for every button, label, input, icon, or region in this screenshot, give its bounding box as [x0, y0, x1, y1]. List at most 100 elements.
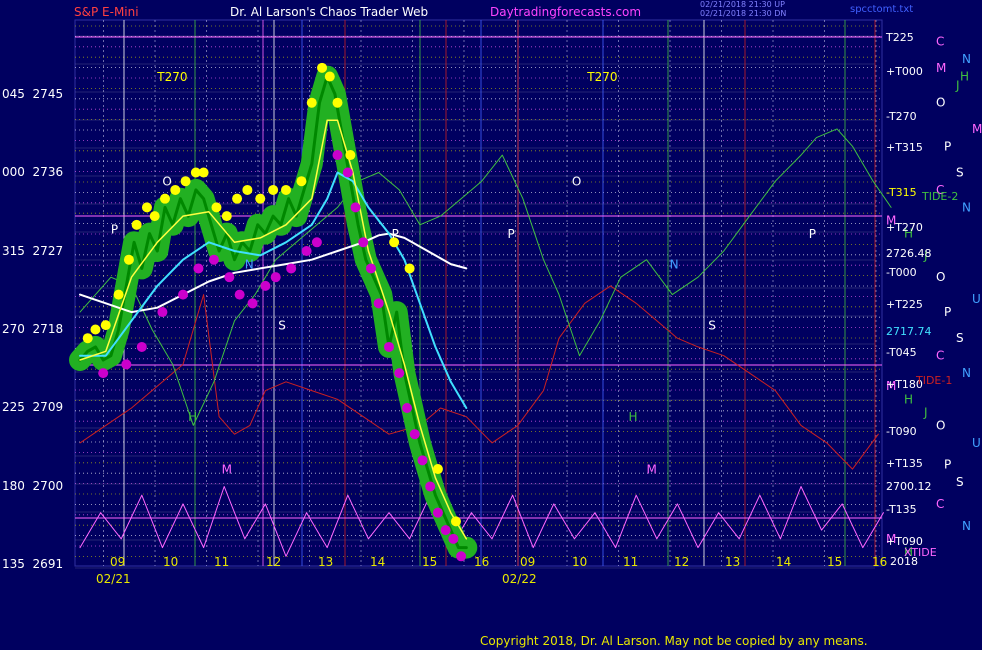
planet-letter-label: S	[956, 475, 964, 489]
chart-mark-label: N	[245, 257, 254, 271]
up-dot	[198, 167, 209, 178]
down-dot	[121, 359, 132, 370]
right-label: T225	[886, 31, 914, 44]
up-dot	[345, 150, 356, 161]
planet-letter-label: O	[936, 418, 945, 432]
x-hour-label: 10	[572, 555, 588, 569]
planet-letter-label: O	[936, 270, 945, 284]
right-label: +T135	[886, 457, 923, 470]
planet-letter-label: U	[972, 436, 981, 450]
up-dot	[123, 254, 134, 265]
up-dot	[90, 324, 101, 335]
chart-mark-label: T270	[156, 70, 187, 84]
x-hour-label: 16	[474, 555, 490, 569]
down-dot	[260, 280, 271, 291]
chart-mark-label: T270	[586, 70, 617, 84]
chart-mark-label: P	[809, 227, 816, 241]
up-dot	[332, 97, 343, 108]
price-readout-2: 2717.74	[886, 325, 932, 338]
x-hour-label: 14	[370, 555, 386, 569]
down-dot	[98, 368, 109, 379]
up-dot	[232, 193, 243, 204]
down-dot	[384, 341, 394, 352]
up-dot	[180, 176, 191, 187]
planet-letter-label: U	[972, 292, 981, 306]
planet-letter-label: O	[936, 96, 945, 110]
down-dot	[136, 341, 147, 352]
planet-letter-label: M	[972, 122, 982, 136]
planet-letter-label: H	[960, 70, 969, 84]
chart-mark-label: M	[222, 462, 232, 476]
up-dot	[324, 71, 335, 82]
down-dot	[350, 202, 361, 213]
x-hour-label: 11	[623, 555, 639, 569]
tide-2-label: TIDE-2	[922, 190, 959, 203]
x-hour-label: 16	[872, 555, 888, 569]
up-dot	[317, 62, 328, 73]
right-label: -T135	[886, 503, 917, 516]
down-dot	[409, 429, 420, 440]
right-label: -T315	[886, 186, 917, 199]
date-label-day2: 02/22	[502, 572, 537, 586]
right-label: +T270	[886, 221, 923, 234]
up-dot	[113, 289, 124, 300]
y-label-2745: 045 2745	[2, 87, 64, 101]
x-hour-label: 10	[163, 555, 179, 569]
chart-mark-label: O	[572, 175, 581, 189]
down-dot	[286, 263, 297, 274]
chart-mark-label: O	[162, 175, 171, 189]
up-dot	[281, 184, 291, 195]
down-dot	[247, 298, 258, 309]
down-dot	[440, 525, 451, 536]
x-hour-label: 15	[827, 555, 843, 569]
chart-mark-label: S	[708, 319, 716, 333]
down-dot	[208, 254, 219, 265]
planet-letter-label: N	[962, 519, 971, 533]
chart-mark-label: P	[111, 223, 118, 237]
planet-letter-label: N	[962, 366, 971, 380]
year-label: 2018	[890, 555, 918, 568]
up-dot	[82, 333, 93, 344]
down-dot	[332, 150, 343, 161]
x-hour-label: 15	[422, 555, 438, 569]
chart-plot: T270 T270P P P PO ON NH HM MS SCNMHJOMPSCNMHJOUPS…	[69, 19, 982, 569]
chart-mark-label: S	[278, 319, 286, 333]
up-dot	[159, 193, 170, 204]
chart-mark-label: H	[628, 410, 637, 424]
up-dot	[255, 193, 266, 204]
up-dot	[306, 97, 317, 108]
x-hour-label: 11	[214, 555, 230, 569]
up-dot	[296, 176, 307, 187]
planet-letter-label: C	[936, 497, 944, 511]
down-dot	[448, 533, 459, 544]
down-dot	[394, 368, 405, 379]
down-dot	[178, 289, 188, 300]
down-dot	[365, 263, 376, 274]
x-hour-label: 12	[266, 555, 282, 569]
chart-mark-label: N	[670, 257, 679, 271]
planet-letter-label: N	[962, 52, 971, 66]
y-label-2718: 270 2718	[2, 322, 64, 336]
up-dot	[450, 516, 461, 527]
y-label-2727: 315 2727	[2, 244, 64, 258]
y-label-2709: 225 2709	[2, 400, 64, 414]
down-dot	[224, 272, 235, 283]
planet-letter-label: J	[923, 405, 928, 419]
right-label: +T000	[886, 65, 923, 78]
chart-mark-label: P	[507, 227, 514, 241]
right-label: -T270	[886, 110, 917, 123]
y-label-2736: 000 2736	[2, 165, 64, 179]
down-dot	[342, 167, 353, 178]
chart-mark-label: M	[647, 462, 657, 476]
x-hour-label: 12	[674, 555, 690, 569]
planet-letter-label: P	[944, 305, 951, 319]
timestamp-up: 02/21/2018 21:30 UP	[700, 0, 785, 9]
up-dot	[404, 263, 415, 274]
planet-letter-label: H	[904, 392, 913, 406]
tide-1-label: TIDE-1	[916, 374, 953, 387]
author-title: Dr. Al Larson's Chaos Trader Web	[230, 5, 429, 19]
up-dot	[100, 320, 111, 331]
right-label: -T045	[886, 346, 917, 359]
y-label-2700: 180 2700	[2, 479, 64, 493]
x-hour-label: 09	[520, 555, 536, 569]
